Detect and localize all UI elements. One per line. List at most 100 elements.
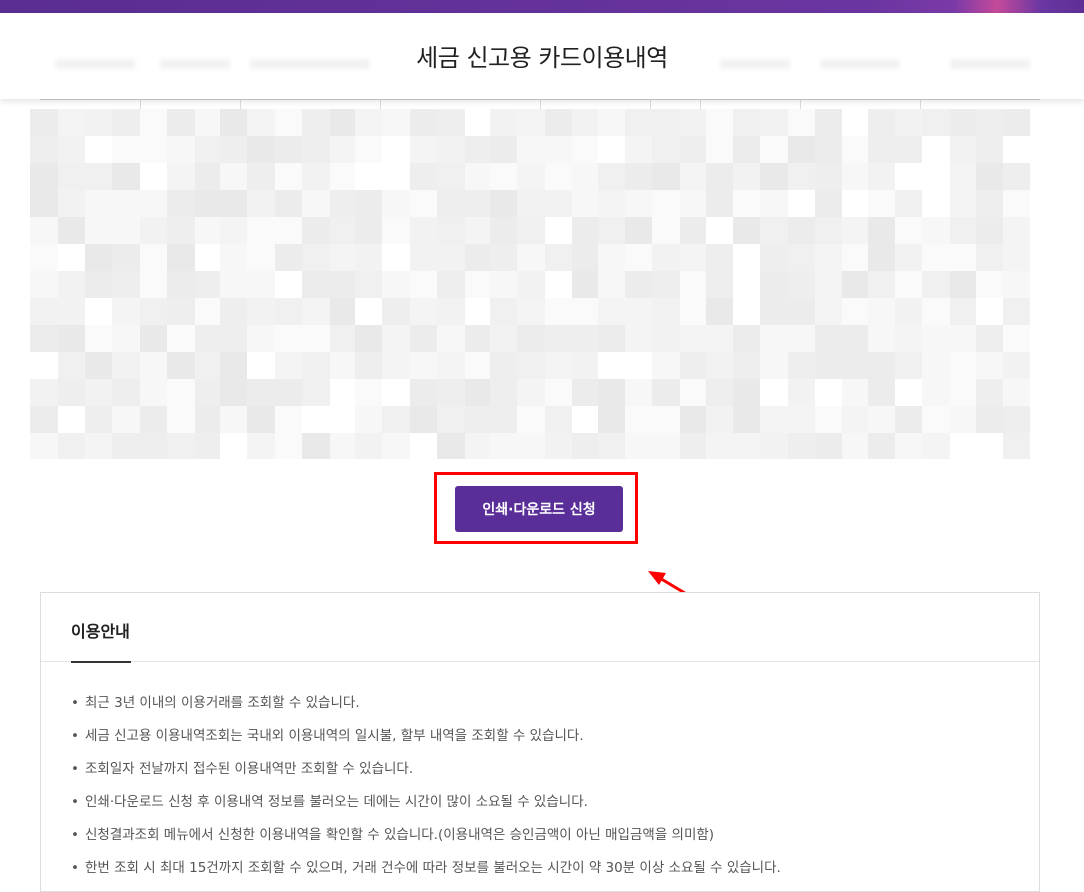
- redacted-cell: [545, 217, 572, 244]
- print-download-request-button[interactable]: 인쇄·다운로드 신청: [455, 486, 623, 532]
- redacted-cell: [355, 298, 382, 325]
- redacted-cell: [112, 244, 140, 271]
- redacted-cell: [167, 406, 195, 433]
- redacted-cell: [976, 271, 1003, 298]
- column-divider: [540, 99, 541, 109]
- redacted-cell: [30, 379, 58, 406]
- redacted-cell: [167, 136, 195, 163]
- redacted-cell: [842, 379, 868, 406]
- redacted-cell: [85, 298, 112, 325]
- redacted-cell: [1003, 406, 1030, 433]
- redacted-cell: [410, 352, 437, 379]
- redacted-cell: [976, 352, 1003, 379]
- redacted-cell: [733, 163, 760, 190]
- redacted-cell: [652, 433, 680, 459]
- redacted-transaction-table: [30, 99, 1056, 459]
- redacted-cell: [437, 244, 465, 271]
- redacted-cell: [112, 298, 140, 325]
- redacted-cell: [30, 136, 58, 163]
- redacted-cell: [733, 406, 760, 433]
- redacted-cell: [680, 406, 706, 433]
- redacted-cell: [733, 352, 760, 379]
- redacted-cell: [868, 217, 895, 244]
- redacted-cell: [85, 352, 112, 379]
- redacted-cell: [922, 190, 950, 217]
- list-item: • 신청결과조회 메뉴에서 신청한 이용내역을 확인할 수 있습니다.(이용내역은…: [71, 825, 781, 858]
- redacted-cell: [572, 136, 598, 163]
- redacted-cell: [140, 298, 167, 325]
- redacted-cell: [302, 163, 330, 190]
- redacted-cell: [247, 352, 275, 379]
- bullet: •: [71, 827, 79, 843]
- redacted-cell: [895, 163, 922, 190]
- redacted-cell: [85, 244, 112, 271]
- redacted-cell: [355, 433, 382, 459]
- redacted-cell: [517, 217, 545, 244]
- redacted-cell: [437, 109, 465, 136]
- redacted-cell: [760, 163, 788, 190]
- redacted-cell: [625, 271, 652, 298]
- redacted-cell: [788, 406, 815, 433]
- redacted-cell: [302, 325, 330, 352]
- redacted-cell: [195, 217, 220, 244]
- redacted-cell: [85, 406, 112, 433]
- redacted-cell: [355, 136, 382, 163]
- redacted-cell: [30, 190, 58, 217]
- redacted-cell: [1003, 136, 1030, 163]
- redacted-cell: [275, 136, 302, 163]
- redacted-cell: [195, 136, 220, 163]
- redacted-cell: [652, 271, 680, 298]
- redacted-cell: [733, 433, 760, 459]
- redacted-cell: [950, 217, 976, 244]
- redacted-cell: [330, 136, 355, 163]
- redacted-cell: [517, 163, 545, 190]
- redacted-cell: [382, 217, 410, 244]
- redacted-cell: [490, 325, 517, 352]
- redacted-cell: [545, 406, 572, 433]
- redacted-cell: [680, 163, 706, 190]
- redacted-cell: [976, 217, 1003, 244]
- column-divider: [700, 99, 701, 109]
- redacted-cell: [167, 271, 195, 298]
- redacted-cell: [842, 406, 868, 433]
- redacted-cell: [572, 190, 598, 217]
- redacted-cell: [842, 109, 868, 136]
- redacted-cell: [895, 217, 922, 244]
- redacted-cell: [680, 379, 706, 406]
- redacted-cell: [112, 271, 140, 298]
- redacted-cell: [167, 109, 195, 136]
- redacted-cell: [868, 244, 895, 271]
- redacted-row: [30, 163, 1056, 190]
- redacted-cell: [355, 379, 382, 406]
- redacted-cell: [1003, 352, 1030, 379]
- redacted-cell: [195, 109, 220, 136]
- redacted-cell: [330, 433, 355, 459]
- redacted-row: [30, 406, 1056, 433]
- redacted-cell: [976, 109, 1003, 136]
- redacted-cell: [247, 325, 275, 352]
- redacted-cell: [465, 271, 490, 298]
- redacted-cell: [30, 244, 58, 271]
- redacted-cell: [140, 109, 167, 136]
- redacted-cell: [895, 298, 922, 325]
- redacted-cell: [195, 433, 220, 459]
- redacted-cell: [706, 379, 733, 406]
- column-divider: [140, 99, 141, 109]
- redacted-cell: [1003, 433, 1030, 459]
- redacted-cell: [355, 406, 382, 433]
- redacted-cell: [706, 244, 733, 271]
- redacted-cell: [275, 217, 302, 244]
- redacted-cell: [842, 244, 868, 271]
- page-title: 세금 신고용 카드이용내역: [416, 44, 668, 72]
- redacted-cell: [842, 163, 868, 190]
- redacted-cell: [275, 352, 302, 379]
- redacted-cell: [85, 109, 112, 136]
- redacted-cell: [545, 136, 572, 163]
- redacted-cell: [950, 433, 976, 459]
- bullet: •: [71, 761, 79, 777]
- redacted-cell: [895, 325, 922, 352]
- column-divider: [800, 99, 801, 109]
- redacted-cell: [302, 433, 330, 459]
- redacted-cell: [733, 244, 760, 271]
- redacted-cell: [706, 352, 733, 379]
